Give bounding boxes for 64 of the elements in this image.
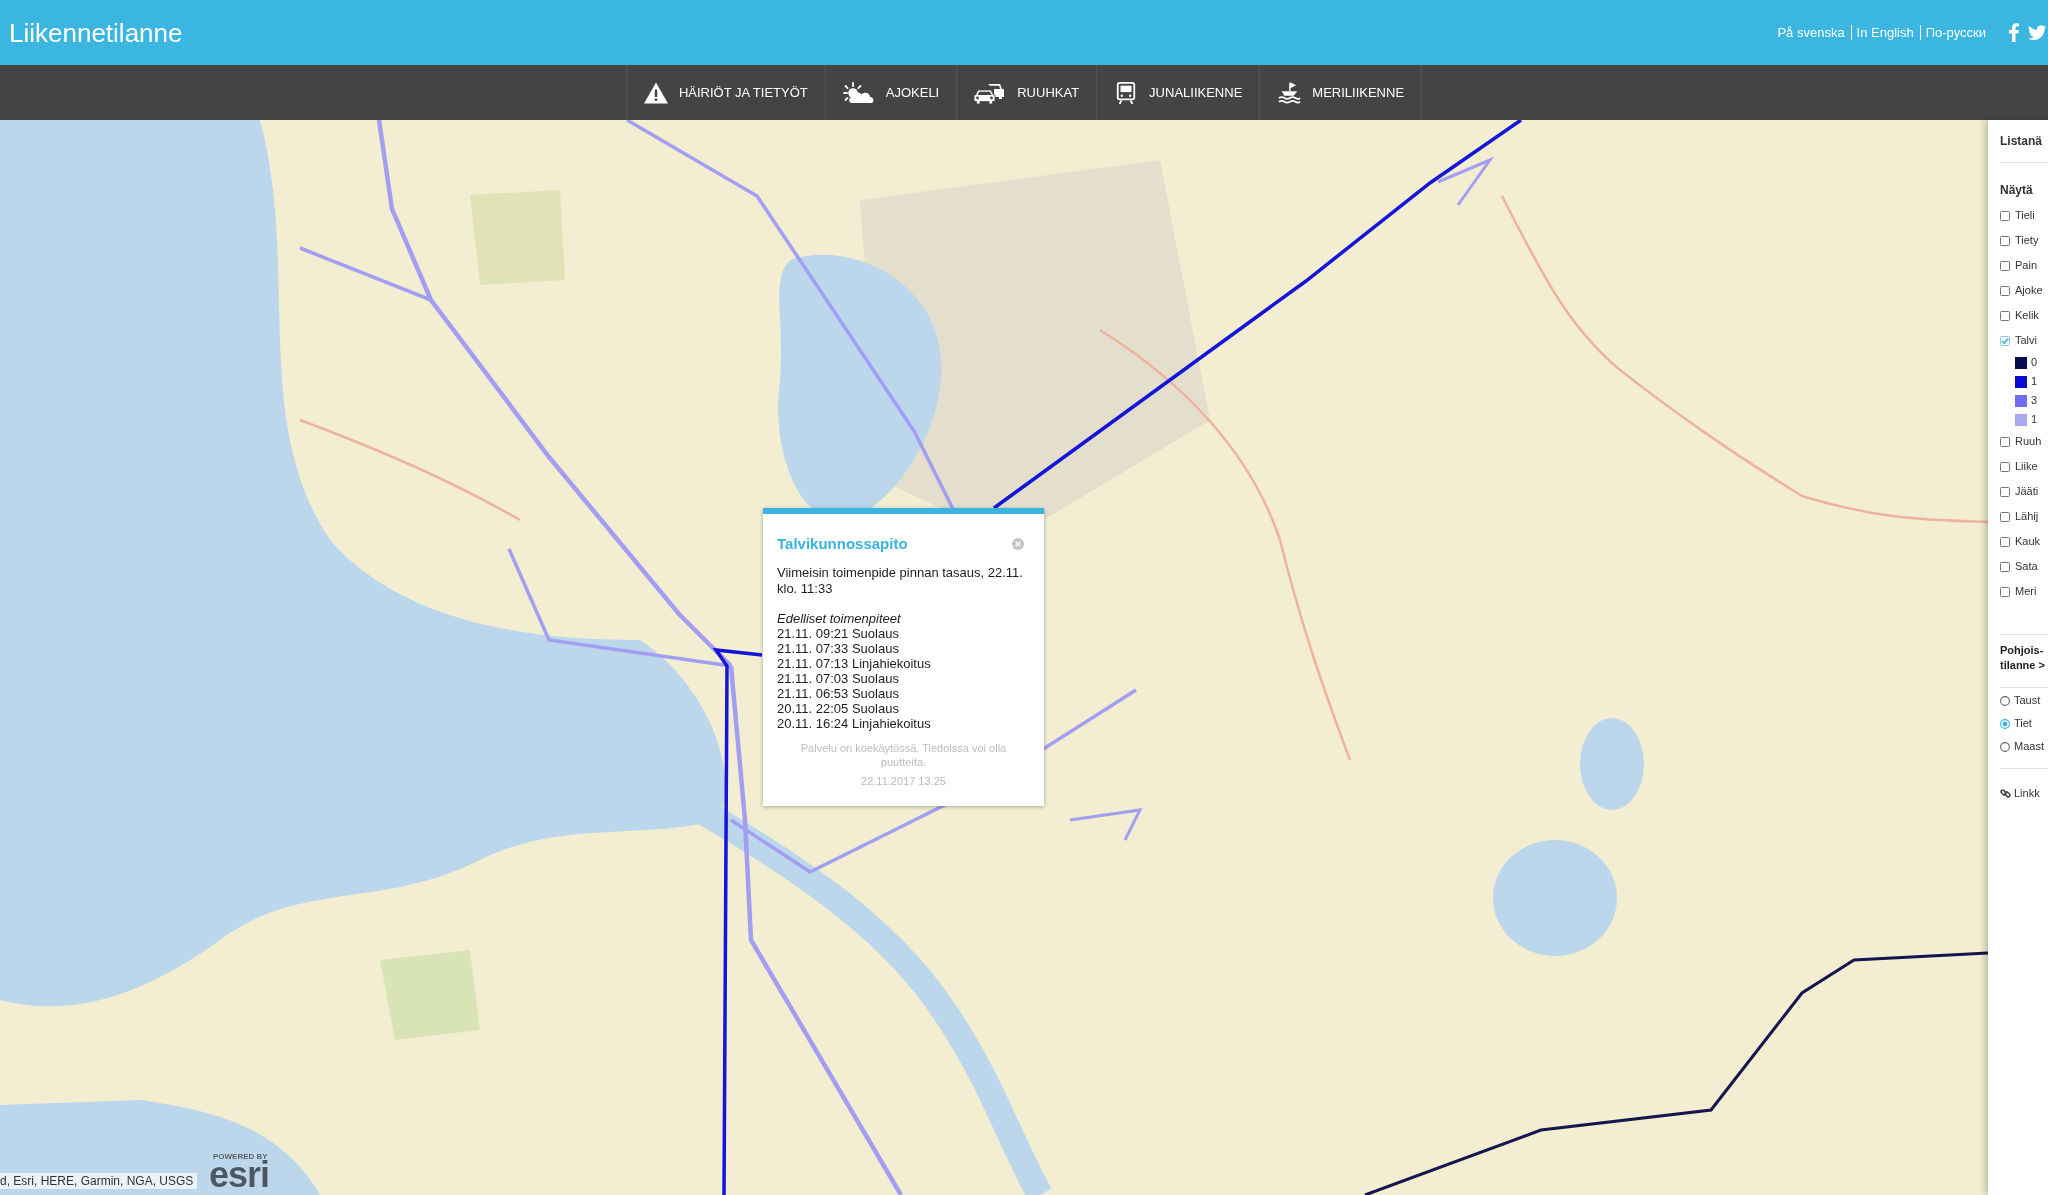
logo-tagline: POWERED BY xyxy=(213,1152,268,1161)
layer-label: Tiety xyxy=(2015,234,2039,247)
checkbox[interactable] xyxy=(2000,586,2010,597)
popup-title: Talvikunnossapito xyxy=(777,535,908,553)
checkbox[interactable] xyxy=(2000,210,2010,221)
layer-label: Meri xyxy=(2015,585,2037,598)
link-icon xyxy=(2000,787,2011,799)
basemap-label: Maast xyxy=(2014,740,2044,753)
history-entry: 21.11. 07:33 Suolaus xyxy=(777,641,900,656)
facebook-icon[interactable] xyxy=(2009,23,2019,42)
basemap-label: Taust xyxy=(2014,694,2041,707)
checkbox[interactable] xyxy=(2000,536,2010,547)
sun-cloud-icon xyxy=(842,81,875,104)
checkbox[interactable] xyxy=(2000,511,2010,522)
legend-label: 3 xyxy=(2031,394,2038,407)
timestamp: 22.11.2017 13.25 xyxy=(860,774,947,788)
panel-title: Listanä xyxy=(2000,134,2042,148)
legend-label: 1 xyxy=(2031,375,2038,388)
checkbox[interactable] xyxy=(2000,310,2010,321)
map-attribution: d, Esri, HERE, Garmin, NGA, USGS xyxy=(0,1173,198,1189)
history-entry: 20.11. 22:05 Suolaus xyxy=(777,701,900,716)
checkbox[interactable] xyxy=(2000,461,2010,472)
road-line xyxy=(1437,156,1495,206)
layer-label: Kelik xyxy=(2015,309,2039,322)
checkbox[interactable] xyxy=(2000,260,2010,271)
twitter-icon[interactable] xyxy=(2028,25,2047,40)
notice-text: Palvelu on koekäytössä. Tiedoissa voi olla puutteita. xyxy=(799,741,1008,769)
warning-icon xyxy=(643,81,668,104)
radio-button[interactable] xyxy=(2000,718,2010,729)
latest-action-text: Viimeisin toimenpide pinnan tasaus, 22.11. klo. 11:33 xyxy=(777,565,1024,597)
history-entry: 21.11. 09:21 Suolaus xyxy=(777,626,900,641)
checkbox[interactable] xyxy=(2000,436,2010,447)
checkbox[interactable] xyxy=(2000,561,2010,572)
section-heading: Näytä xyxy=(2000,183,2033,197)
layer-label: Lähij xyxy=(2015,510,2039,523)
boat-on-waves-icon xyxy=(1277,81,1302,104)
radio-button[interactable] xyxy=(2000,695,2010,706)
region-link[interactable]: Pohjois- tilanne > xyxy=(2000,643,2046,673)
history-entry: 21.11. 07:13 Linjahiekoitus xyxy=(777,656,932,671)
legend-label: 0 xyxy=(2031,356,2038,369)
basemap-label: Tiet xyxy=(2014,717,2032,730)
logo-wordmark: esri xyxy=(209,1161,270,1189)
checkbox[interactable] xyxy=(2000,335,2010,346)
site-title: Liikennetilanne xyxy=(9,17,183,48)
cars-icon xyxy=(974,81,1007,104)
checkbox[interactable] xyxy=(2000,486,2010,497)
layer-label: Ajoke xyxy=(2015,284,2043,297)
layer-label: Tieli xyxy=(2015,209,2035,222)
layer-label: Ruuh xyxy=(2015,435,2042,448)
layer-label: Pain xyxy=(2015,259,2038,272)
share-link[interactable]: Linkk xyxy=(2014,786,2040,800)
layer-label: Jääti xyxy=(2015,485,2039,498)
checkbox[interactable] xyxy=(2000,285,2010,296)
history-entry: 21.11. 06:53 Suolaus xyxy=(777,686,900,701)
history-entry: 20.11. 16:24 Linjahiekoitus xyxy=(777,716,932,731)
checkbox[interactable] xyxy=(2000,235,2010,246)
layer-label: Sata xyxy=(2015,560,2038,573)
radio-button[interactable] xyxy=(2000,741,2010,752)
layer-label: Talvi xyxy=(2015,334,2037,347)
layer-label: Liike xyxy=(2015,460,2038,473)
layer-label: Kauk xyxy=(2015,535,2041,548)
legend-label: 1 xyxy=(2031,413,2038,426)
history-heading: Edelliset toimenpiteet xyxy=(777,611,902,626)
history-entry: 21.11. 07:03 Suolaus xyxy=(777,671,900,686)
